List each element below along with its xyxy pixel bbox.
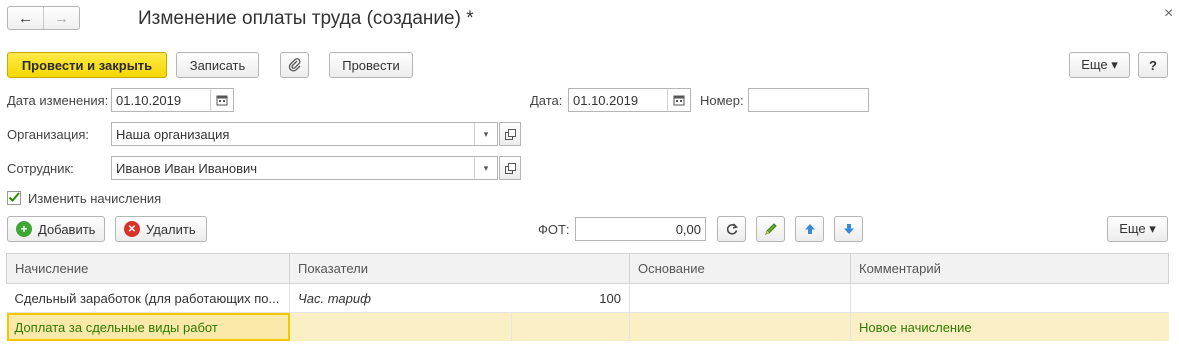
table-row[interactable]: Доплата за сдельные виды работ Новое нач… [6, 312, 1169, 341]
column-basis[interactable]: Основание [629, 253, 851, 284]
accruals-table: Начисление Показатели Основание Коммента… [6, 253, 1169, 341]
add-label: Добавить [38, 221, 96, 237]
dropdown-arrow-icon[interactable]: ▾ [474, 123, 497, 145]
navigation-buttons: ← → [7, 6, 80, 30]
indicator-value-cell[interactable] [511, 312, 630, 341]
accrual-cell[interactable]: Доплата за сдельные виды работ [6, 312, 290, 341]
table-header: Начисление Показатели Основание Коммента… [6, 253, 1169, 284]
change-date-label: Дата изменения: [7, 93, 109, 108]
refresh-icon [726, 223, 738, 235]
employee-field[interactable]: Иванов Иван Иванович ▾ [111, 156, 498, 180]
post-button[interactable]: Провести [329, 52, 413, 78]
change-accruals-checkbox[interactable] [7, 191, 21, 205]
arrow-up-icon [804, 224, 815, 234]
accrual-cell[interactable]: Сдельный заработок (для работающих по... [6, 283, 290, 313]
window-title: Изменение оплаты труда (создание) * [138, 8, 474, 29]
organization-value: Наша организация [116, 126, 230, 142]
employee-value: Иванов Иван Иванович [116, 160, 258, 176]
post-and-close-button[interactable]: Провести и закрыть [7, 52, 167, 78]
column-accrual[interactable]: Начисление [6, 253, 290, 284]
basis-cell[interactable] [629, 312, 851, 341]
indicator-name-cell[interactable]: Час. тариф [290, 284, 512, 313]
dropdown-arrow-icon[interactable]: ▾ [474, 157, 497, 179]
back-button[interactable]: ← [8, 7, 44, 29]
change-date-field[interactable]: 01.10.2019 [111, 88, 234, 112]
forward-button[interactable]: → [44, 7, 79, 29]
more-button[interactable]: Еще ▾ [1069, 52, 1130, 78]
calendar-icon[interactable] [210, 89, 233, 111]
number-label: Номер: [700, 93, 744, 108]
comment-cell[interactable]: Новое начисление [850, 312, 1169, 341]
fot-field[interactable]: 0,00 [575, 217, 706, 241]
basis-cell[interactable] [629, 283, 851, 313]
delete-button[interactable]: ✕ Удалить [115, 216, 207, 242]
delete-icon: ✕ [124, 221, 140, 237]
move-up-button[interactable] [795, 216, 824, 242]
open-link-icon [504, 128, 516, 140]
edit-button[interactable] [756, 216, 785, 242]
fot-value: 0,00 [675, 221, 701, 237]
attach-button[interactable] [280, 52, 309, 78]
column-indicators[interactable]: Показатели [289, 253, 630, 284]
arrow-down-icon [843, 224, 854, 234]
change-accruals-label: Изменить начисления [28, 191, 162, 206]
paperclip-icon [288, 58, 300, 72]
table-row[interactable]: Сдельный заработок (для работающих по...… [6, 283, 1169, 313]
plus-icon: + [16, 221, 32, 237]
fot-label: ФОТ: [538, 222, 570, 237]
checkmark-icon [8, 192, 20, 202]
indicator-value-cell[interactable]: 100 [511, 283, 630, 313]
indicator-name-cell[interactable] [289, 312, 512, 341]
move-down-button[interactable] [834, 216, 863, 242]
column-comment[interactable]: Комментарий [850, 253, 1169, 284]
open-organization-button[interactable] [499, 122, 521, 146]
employee-label: Сотрудник: [7, 161, 74, 176]
open-employee-button[interactable] [499, 156, 521, 180]
add-button[interactable]: + Добавить [7, 216, 105, 242]
close-icon[interactable]: × [1164, 5, 1173, 23]
pencil-icon [764, 223, 777, 235]
change-date-value: 01.10.2019 [116, 92, 182, 108]
write-button[interactable]: Записать [176, 52, 259, 78]
calendar-icon[interactable] [667, 89, 690, 111]
date-value: 01.10.2019 [573, 92, 639, 108]
delete-label: Удалить [146, 221, 196, 237]
refresh-button[interactable] [717, 216, 746, 242]
help-button[interactable]: ? [1138, 52, 1168, 78]
comment-cell[interactable] [851, 284, 1169, 313]
organization-label: Организация: [7, 127, 90, 142]
date-label: Дата: [530, 93, 563, 108]
number-field[interactable] [748, 88, 869, 112]
table-more-button[interactable]: Еще ▾ [1107, 216, 1168, 242]
organization-field[interactable]: Наша организация ▾ [111, 122, 498, 146]
open-link-icon [504, 162, 516, 174]
date-field[interactable]: 01.10.2019 [568, 88, 691, 112]
